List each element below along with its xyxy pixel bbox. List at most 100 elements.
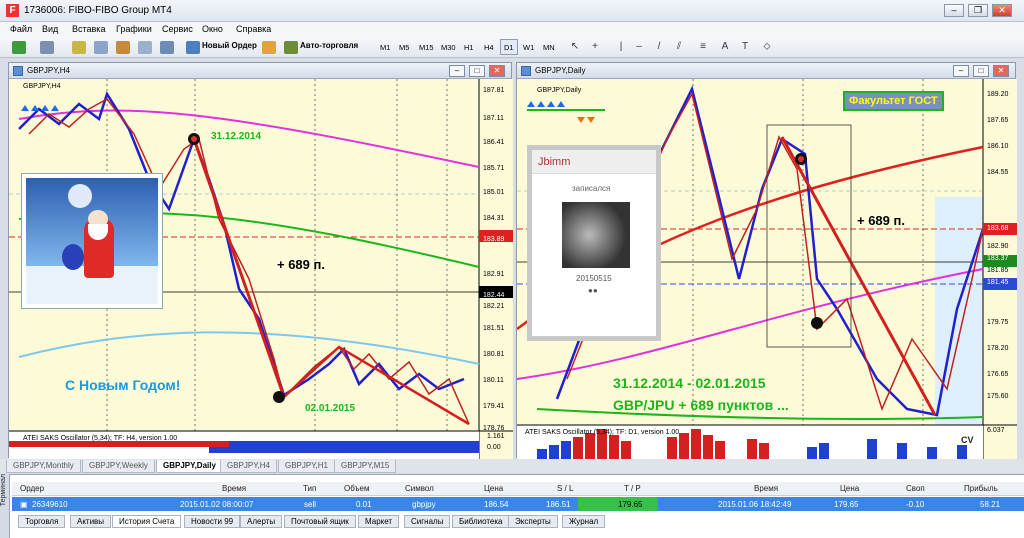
- price-tick: 184.55: [987, 169, 1009, 176]
- horizontal-line-icon[interactable]: –: [632, 41, 646, 54]
- label-icon[interactable]: T: [738, 41, 752, 54]
- minimize-button[interactable]: –: [944, 4, 964, 17]
- terminal-tab[interactable]: Журнал: [562, 515, 606, 528]
- menu-insert[interactable]: Вставка: [72, 24, 105, 34]
- row-swap: -0.10: [906, 500, 925, 509]
- chart-maximize-button[interactable]: □: [469, 65, 485, 77]
- row-open-time: 2015.01.02 08:00:07: [180, 500, 254, 509]
- timeframe-h4[interactable]: H4: [480, 39, 498, 55]
- app-icon: F: [6, 4, 19, 17]
- menu-charts[interactable]: Графики: [116, 24, 152, 34]
- terminal-tab[interactable]: Алерты: [240, 515, 283, 528]
- chart-minimize-button[interactable]: –: [449, 65, 465, 77]
- timeframe-h1[interactable]: H1: [460, 39, 478, 55]
- col-symbol[interactable]: Символ: [405, 484, 434, 493]
- col-type[interactable]: Тип: [303, 484, 316, 493]
- shapes-icon[interactable]: ⬦: [760, 41, 774, 54]
- chart-maximize-button[interactable]: □: [973, 65, 989, 77]
- chart-tab[interactable]: GBPJPY,Weekly: [82, 460, 155, 473]
- menu-file[interactable]: Файл: [10, 24, 32, 34]
- price-tick: 180.11: [483, 377, 504, 384]
- text-icon[interactable]: A: [718, 41, 732, 54]
- chart-window-left[interactable]: GBPJPY,H4 – □ ✕ GBPJPY,H4 31.12.2014 02.…: [8, 62, 513, 459]
- price-tick: 187.81: [483, 87, 505, 94]
- auto-trading-icon[interactable]: [284, 41, 298, 54]
- terminal-tab[interactable]: Сигналы: [404, 515, 451, 528]
- chart-window-right[interactable]: GBPJPY,Daily – □ ✕ GBPJPY,Daily Факульте…: [516, 62, 1017, 459]
- data-window-icon[interactable]: [94, 41, 108, 54]
- menu-window[interactable]: Окно: [202, 24, 223, 34]
- timeframe-w1[interactable]: W1: [519, 39, 538, 55]
- col-order[interactable]: Ордер: [20, 484, 44, 493]
- terminal-side: Терминал: [0, 474, 10, 538]
- col-volume[interactable]: Объем: [344, 484, 370, 493]
- navigator-icon[interactable]: [116, 41, 130, 54]
- terminal-tab[interactable]: Торговля: [18, 515, 66, 528]
- chart-minimize-button[interactable]: –: [953, 65, 969, 77]
- menu-tools[interactable]: Сервис: [162, 24, 193, 34]
- chart-tab[interactable]: GBPJPY,Daily: [156, 460, 223, 473]
- col-close-price[interactable]: Цена: [840, 484, 859, 493]
- price-tick: 178.20: [987, 345, 1009, 352]
- timeframe-m15[interactable]: M15: [415, 39, 438, 55]
- strategy-tester-icon[interactable]: [160, 41, 174, 54]
- indicator-label: ATEI SAKS Oscillator (5,34); TF: H4, ver…: [23, 435, 178, 442]
- market-watch-icon[interactable]: [72, 41, 86, 54]
- col-swap[interactable]: Своп: [906, 484, 925, 493]
- channel-icon[interactable]: ⫽: [672, 41, 686, 54]
- price-tick: 187.11: [483, 115, 504, 122]
- crosshair-icon[interactable]: +: [588, 41, 602, 54]
- table-row[interactable]: [12, 497, 1024, 511]
- terminal-tab[interactable]: Эксперты: [508, 515, 558, 528]
- terminal-tab[interactable]: История Счета: [112, 515, 182, 528]
- price-tick: 178.76: [483, 425, 505, 432]
- col-profit[interactable]: Прибыль: [964, 484, 998, 493]
- restore-button[interactable]: ❐: [968, 4, 988, 17]
- timeframe-d1[interactable]: D1: [500, 39, 518, 55]
- new-chart-icon[interactable]: [12, 41, 26, 54]
- timeframe-m1[interactable]: M1: [376, 39, 394, 55]
- terminal-tab[interactable]: Почтовый ящик: [284, 515, 356, 528]
- col-sl[interactable]: S / L: [557, 484, 573, 493]
- chart-close-button[interactable]: ✕: [489, 65, 505, 77]
- col-tp[interactable]: T / P: [624, 484, 641, 493]
- chart-close-button[interactable]: ✕: [993, 65, 1009, 77]
- chart-tab[interactable]: GBPJPY,H4: [220, 460, 277, 473]
- annotation-date1: 31.12.2014: [211, 131, 262, 142]
- col-price[interactable]: Цена: [484, 484, 503, 493]
- terminal-header-row: [12, 482, 1024, 496]
- fibo-icon[interactable]: ≡: [696, 41, 710, 54]
- vertical-line-icon[interactable]: |: [614, 41, 628, 54]
- terminal-tab[interactable]: Активы: [70, 515, 112, 528]
- metaeditor-icon[interactable]: [262, 41, 276, 54]
- close-button[interactable]: ✕: [992, 4, 1012, 17]
- menu-view[interactable]: Вид: [42, 24, 58, 34]
- auto-trading-button[interactable]: Авто-торговля: [300, 41, 358, 50]
- price-tick: 183.89: [483, 236, 505, 243]
- profiles-icon[interactable]: [40, 41, 54, 54]
- menu-help[interactable]: Справка: [236, 24, 271, 34]
- timeframe-m5[interactable]: M5: [395, 39, 413, 55]
- price-tick: 175.60: [987, 393, 1009, 400]
- col-close-time[interactable]: Время: [754, 484, 778, 493]
- new-order-button[interactable]: Новый Ордер: [202, 41, 257, 50]
- timeframe-m30[interactable]: M30: [437, 39, 460, 55]
- chart-tab[interactable]: GBPJPY,Monthly: [6, 460, 81, 473]
- price-tick: 179.75: [987, 319, 1009, 326]
- chart-tab[interactable]: GBPJPY,H1: [278, 460, 335, 473]
- indicator-label: ATEI SAKS Oscillator (5,34); TF: D1, ver…: [525, 429, 680, 436]
- terminal-tab[interactable]: Маркет: [358, 515, 400, 528]
- col-open-time[interactable]: Время: [222, 484, 246, 493]
- points-label: + 689 п.: [857, 213, 905, 228]
- chart-tab[interactable]: GBPJPY,M15: [334, 460, 397, 473]
- terminal-tab[interactable]: Новости 99: [184, 515, 241, 528]
- new-order-icon[interactable]: [186, 41, 200, 54]
- trendline-icon[interactable]: /: [652, 41, 666, 54]
- terminal-icon[interactable]: [138, 41, 152, 54]
- price-scale: [479, 79, 513, 459]
- price-tick: 189.20: [987, 91, 1009, 98]
- cursor-icon[interactable]: ↖: [568, 41, 582, 54]
- timeframe-mn[interactable]: MN: [539, 39, 559, 55]
- terminal-tab[interactable]: Библиотека: [452, 515, 510, 528]
- user-card[interactable]: Jbimm записался 20150515 ●●: [527, 145, 661, 341]
